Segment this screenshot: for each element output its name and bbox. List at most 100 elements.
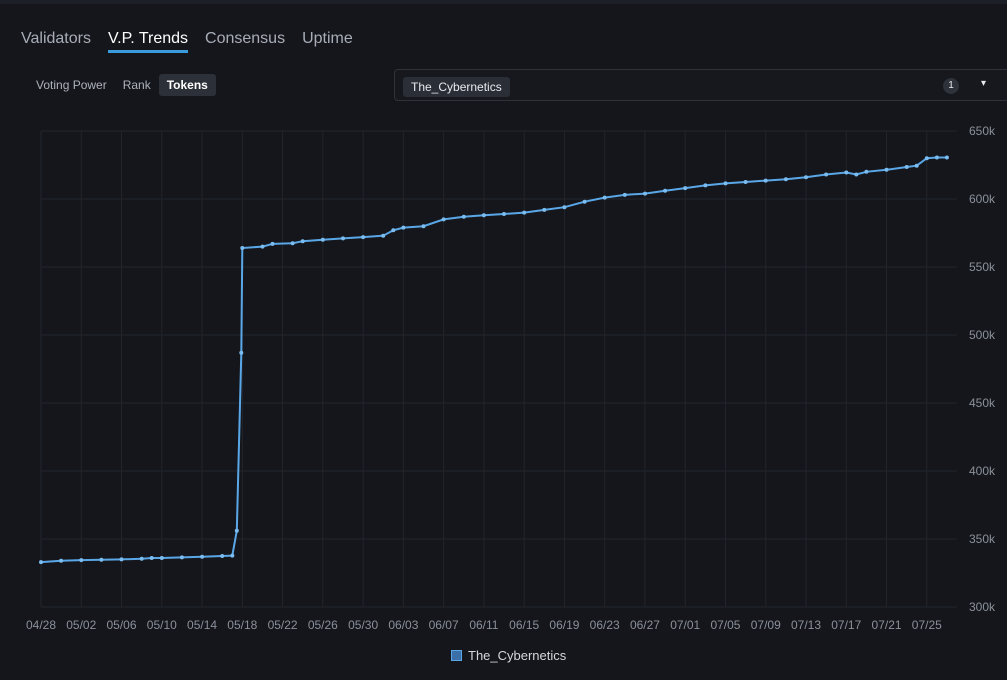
data-point: [220, 554, 225, 558]
data-point: [381, 233, 386, 238]
data-point: [582, 199, 587, 204]
x-tick-label: 06/15: [509, 618, 539, 632]
data-point: [270, 241, 275, 246]
main-tabs: Validators V.P. Trends Consensus Uptime: [21, 30, 370, 53]
x-tick-label: 06/27: [630, 618, 660, 632]
y-tick-label: 600k: [969, 192, 996, 206]
data-point: [179, 555, 184, 560]
x-tick-label: 06/07: [429, 618, 459, 632]
x-tick-label: 07/25: [912, 618, 942, 632]
data-point: [542, 207, 547, 212]
y-tick-label: 550k: [969, 260, 996, 274]
top-divider: [0, 0, 1007, 4]
data-point: [39, 560, 43, 565]
data-point: [502, 212, 506, 216]
data-point: [79, 558, 84, 563]
data-point: [59, 558, 64, 563]
x-tick-label: 05/30: [348, 618, 378, 632]
data-point: [703, 183, 708, 188]
data-point: [300, 239, 305, 244]
data-point: [401, 225, 406, 230]
x-tick-label: 06/23: [590, 618, 620, 632]
metric-segmented-control: Voting Power Rank Tokens: [28, 74, 216, 96]
selected-validator-chip[interactable]: The_Cybernetics: [403, 77, 510, 97]
series-line: [40, 156, 947, 564]
tokens-line-chart: 650k 600k 550k 500k 450k 400k 350k 300k 04/28 05/…: [26, 124, 996, 632]
data-point: [361, 235, 366, 240]
x-tick-label: 07/09: [751, 618, 781, 632]
selected-count-badge: 1: [943, 78, 959, 94]
x-tick-label: 06/03: [388, 618, 418, 632]
data-point: [99, 557, 104, 562]
data-point: [763, 178, 768, 183]
data-point: [864, 169, 869, 174]
data-point: [562, 205, 567, 210]
x-tick-label: 05/10: [147, 618, 177, 632]
data-point: [230, 553, 235, 558]
legend-label: The_Cybernetics: [468, 648, 567, 663]
data-point: [234, 528, 239, 533]
segment-voting-power[interactable]: Voting Power: [28, 74, 115, 96]
tab-consensus[interactable]: Consensus: [205, 30, 285, 53]
chart-legend[interactable]: The_Cybernetics: [451, 648, 566, 663]
data-point: [441, 217, 446, 222]
data-point: [804, 175, 808, 180]
data-point: [200, 554, 205, 559]
data-point: [683, 186, 688, 191]
data-point: [159, 556, 164, 560]
chevron-down-icon[interactable]: ▾: [981, 78, 986, 89]
x-tick-label: 07/01: [670, 618, 700, 632]
data-point: [783, 177, 788, 182]
legend-swatch-icon: [451, 650, 462, 661]
y-tick-label: 500k: [969, 328, 996, 342]
data-point: [341, 236, 345, 241]
data-point: [844, 170, 849, 175]
data-point: [622, 192, 627, 197]
data-point: [723, 181, 728, 186]
x-tick-label: 07/05: [710, 618, 740, 632]
x-tick-label: 05/02: [66, 618, 96, 632]
data-point: [320, 237, 325, 242]
y-tick-label: 450k: [969, 396, 996, 410]
data-point: [149, 556, 154, 560]
x-tick-label: 07/21: [872, 618, 902, 632]
data-point: [602, 195, 607, 200]
data-point: [663, 188, 668, 193]
segment-tokens[interactable]: Tokens: [158, 74, 216, 96]
data-point: [391, 228, 396, 233]
data-point: [884, 167, 889, 172]
segment-rank[interactable]: Rank: [115, 74, 159, 96]
y-tick-label: 300k: [969, 600, 996, 614]
data-point: [743, 180, 748, 184]
x-tick-label: 04/28: [26, 618, 56, 632]
data-point: [421, 224, 426, 229]
data-point: [914, 163, 919, 168]
x-tick-label: 07/17: [831, 618, 861, 632]
data-point: [119, 557, 124, 562]
x-tick-label: 06/19: [549, 618, 579, 632]
x-tick-label: 05/06: [107, 618, 137, 632]
data-point: [854, 172, 859, 177]
x-tick-label: 05/26: [308, 618, 338, 632]
data-point: [461, 214, 466, 219]
tab-uptime[interactable]: Uptime: [302, 30, 353, 53]
data-point: [481, 213, 486, 218]
x-tick-label: 06/11: [469, 618, 498, 632]
y-tick-label: 400k: [969, 464, 996, 478]
tab-validators[interactable]: Validators: [21, 30, 91, 53]
data-point: [260, 244, 265, 249]
x-tick-label: 05/22: [268, 618, 298, 632]
data-point: [924, 156, 929, 161]
data-point: [944, 155, 949, 160]
x-tick-label: 07/13: [791, 618, 821, 632]
data-point: [139, 556, 144, 561]
data-point: [934, 155, 939, 160]
data-point: [240, 246, 245, 250]
x-tick-label: 05/14: [187, 618, 217, 632]
validator-select[interactable]: The_Cybernetics 1 ▾: [394, 69, 1007, 101]
tab-vp-trends[interactable]: V.P. Trends: [107, 30, 189, 53]
x-tick-label: 05/18: [227, 618, 257, 632]
data-point: [290, 241, 295, 246]
data-point: [522, 210, 527, 215]
y-tick-label: 350k: [969, 532, 996, 546]
